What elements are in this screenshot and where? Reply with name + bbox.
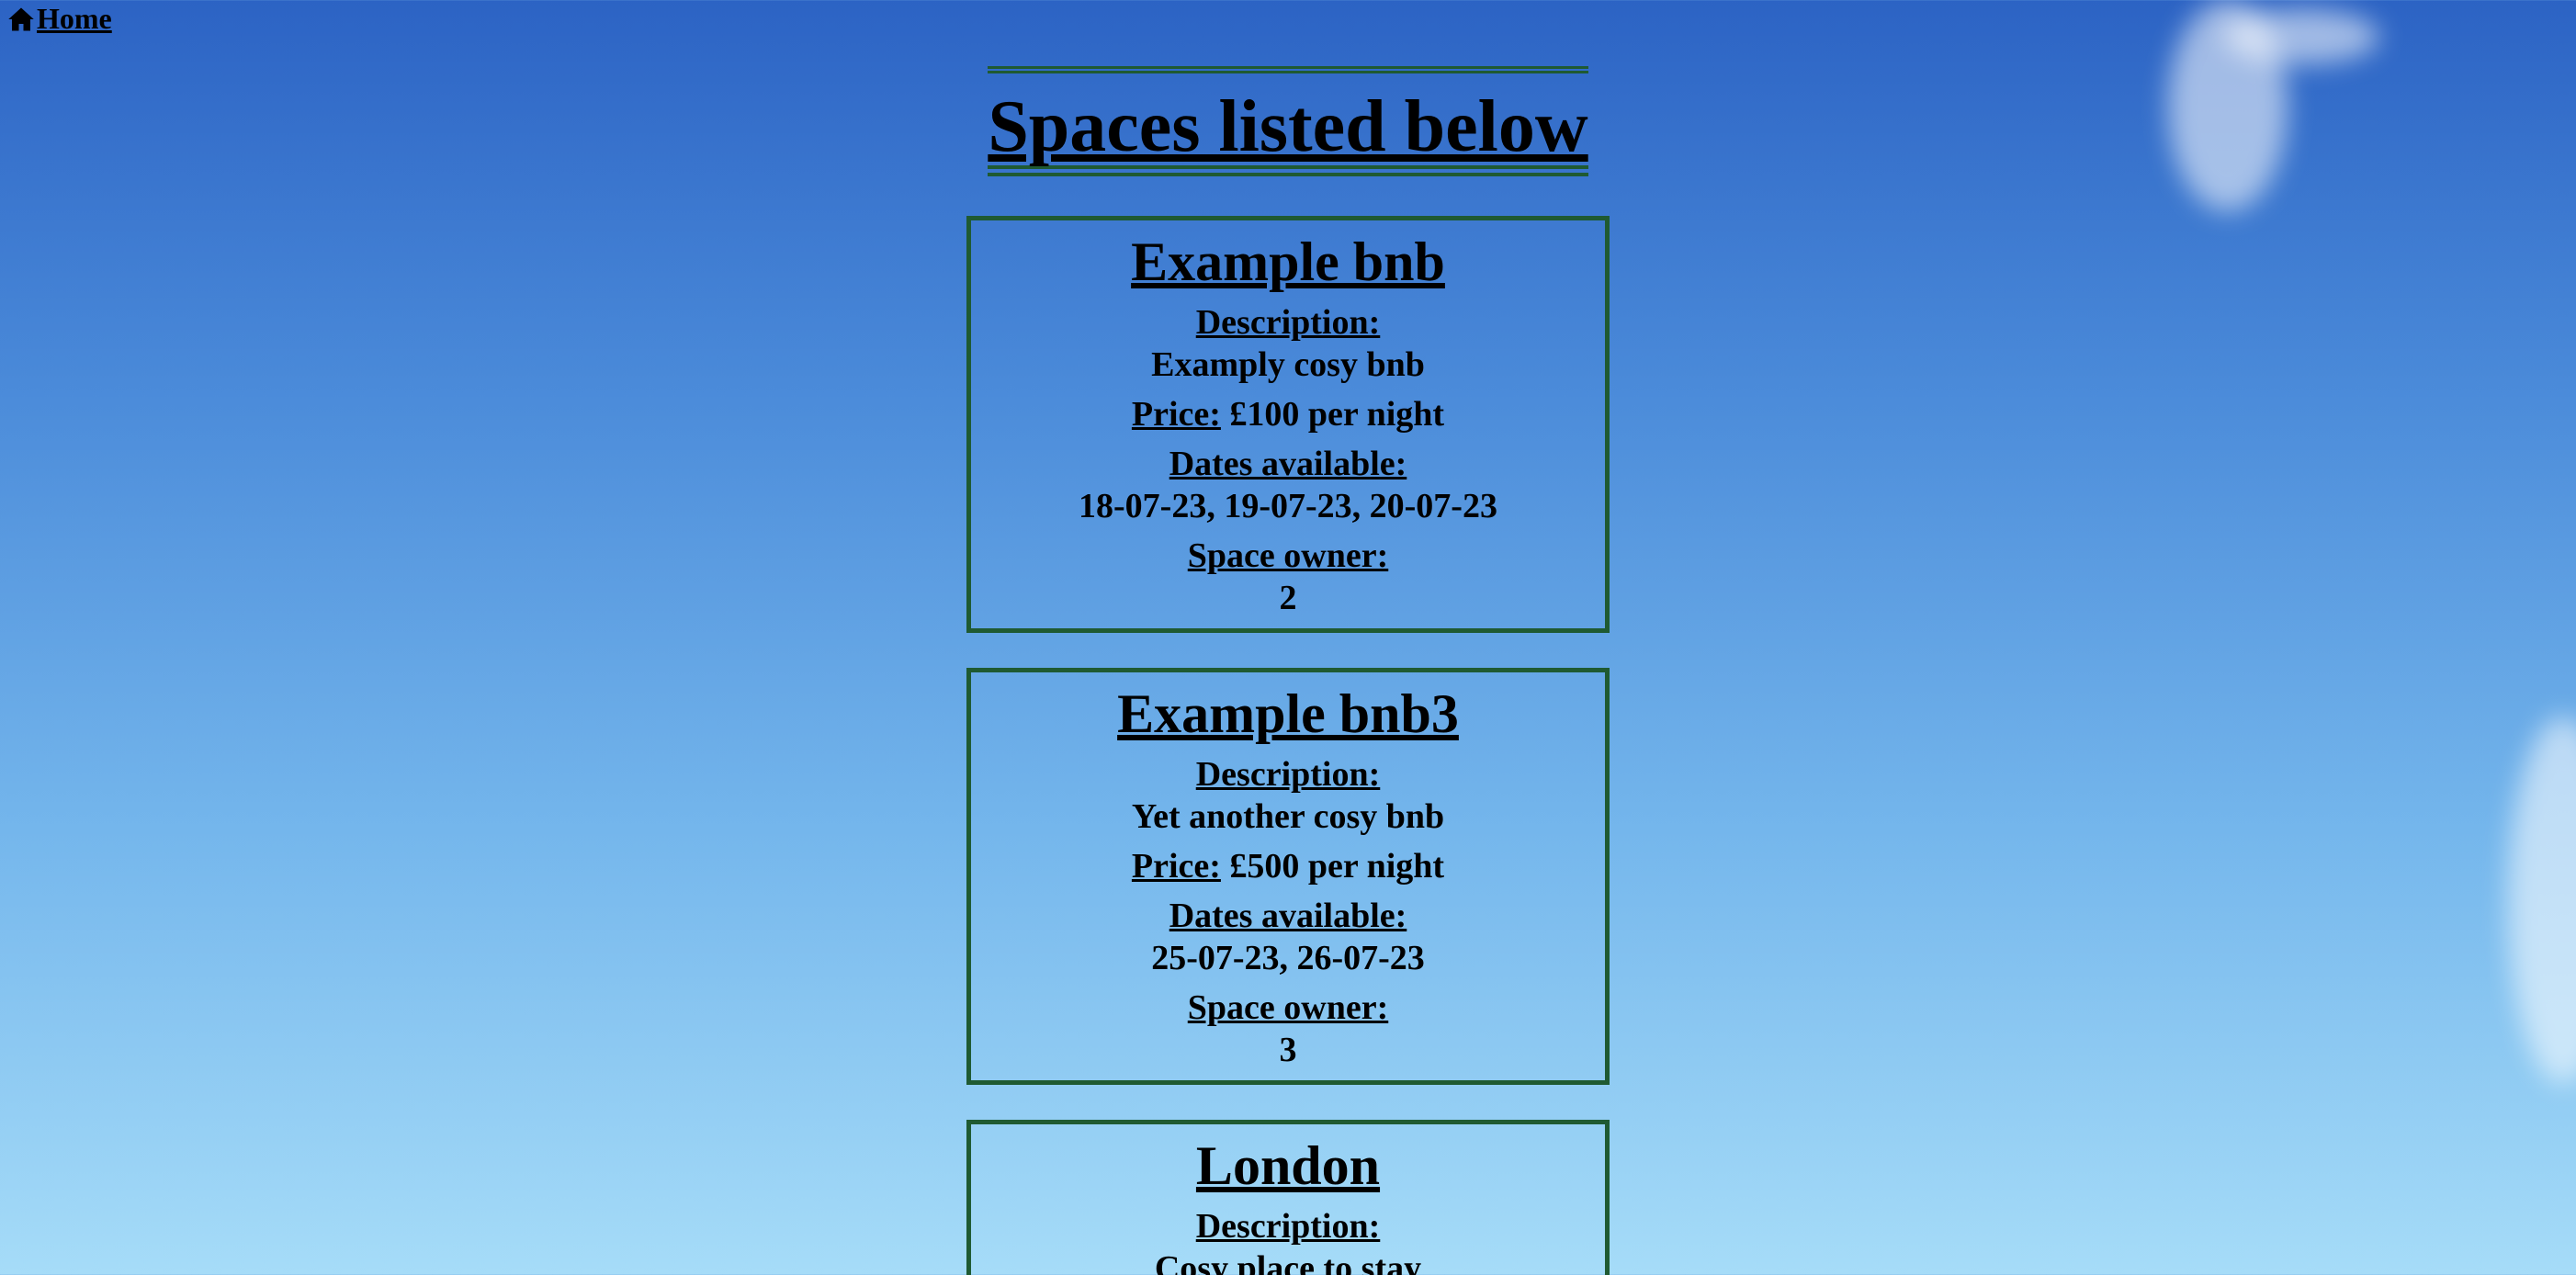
space-owner: 3 bbox=[1279, 1031, 1297, 1069]
space-card: London Description: Cosy place to stay bbox=[966, 1120, 1610, 1275]
space-owner: 2 bbox=[1279, 579, 1297, 617]
description-label: Description: bbox=[1195, 755, 1381, 794]
space-price: £500 per night bbox=[1229, 847, 1445, 886]
space-card: Example bnb Description: Examply cosy bn… bbox=[966, 216, 1610, 633]
price-label: Price: bbox=[1131, 395, 1221, 434]
space-dates: 18-07-23, 19-07-23, 20-07-23 bbox=[1079, 487, 1497, 525]
owner-label: Space owner: bbox=[1187, 988, 1389, 1027]
home-link-label[interactable]: Home bbox=[37, 2, 112, 36]
space-name: Example bnb3 bbox=[1117, 683, 1459, 744]
owner-label: Space owner: bbox=[1187, 536, 1389, 575]
description-label: Description: bbox=[1195, 303, 1381, 342]
page-title: Spaces listed below bbox=[988, 66, 1588, 176]
space-name: Example bnb bbox=[1131, 231, 1445, 292]
space-card: Example bnb3 Description: Yet another co… bbox=[966, 668, 1610, 1085]
space-list: Example bnb Description: Examply cosy bn… bbox=[0, 216, 2576, 1275]
home-link[interactable]: Home bbox=[7, 2, 112, 36]
cloud-decoration-2 bbox=[2223, 9, 2379, 64]
dates-label: Dates available: bbox=[1169, 445, 1407, 483]
space-description: Yet another cosy bnb bbox=[1131, 797, 1445, 836]
price-label: Price: bbox=[1131, 847, 1221, 886]
dates-label: Dates available: bbox=[1169, 897, 1407, 935]
house-icon bbox=[8, 7, 34, 30]
page-header: Spaces listed below bbox=[0, 66, 2576, 176]
space-description: Examply cosy bnb bbox=[1151, 345, 1425, 384]
space-dates: 25-07-23, 26-07-23 bbox=[1151, 939, 1425, 977]
space-description: Cosy place to stay bbox=[1154, 1249, 1422, 1275]
description-label: Description: bbox=[1195, 1207, 1381, 1246]
space-name: London bbox=[1195, 1135, 1381, 1196]
space-price: £100 per night bbox=[1229, 395, 1445, 434]
